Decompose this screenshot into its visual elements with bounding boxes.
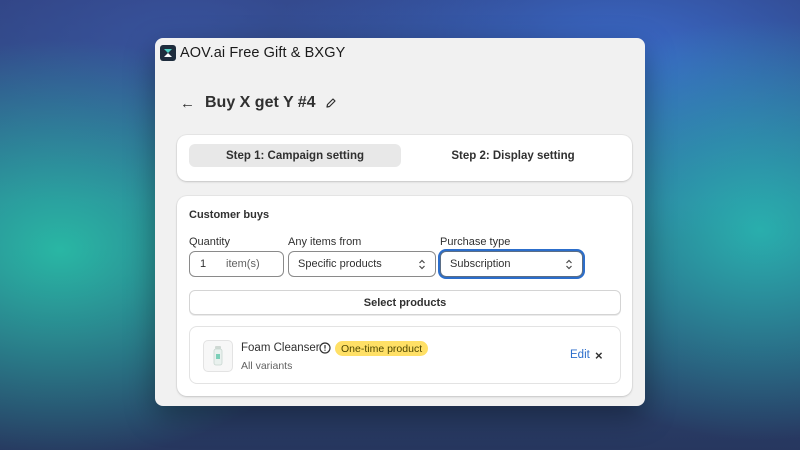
select-chevron-icon [565,259,573,270]
product-variants: All variants [241,360,293,372]
info-icon [319,342,331,354]
pencil-icon[interactable] [325,97,337,109]
select-products-button[interactable]: Select products [189,290,621,315]
page-title: Buy X get Y #4 [205,94,316,111]
items-from-select[interactable]: Specific products [288,251,436,277]
edit-product-link[interactable]: Edit [570,349,590,361]
page-header: ← Buy X get Y #4 [180,94,337,112]
status-badge: One-time product [335,341,429,356]
app-window: AOV.ai Free Gift & BXGY ← Buy X get Y #4… [155,38,645,406]
section-title: Customer buys [189,209,270,221]
app-logo-icon [160,45,176,61]
quantity-value: 1 [200,258,207,270]
product-item: Foam Cleanser One-time product All varia… [189,326,621,384]
back-arrow-icon[interactable]: ← [180,95,195,112]
customer-buys-card: Customer buys Quantity Any items from Pu… [177,196,632,396]
tab-display-setting[interactable]: Step 2: Display setting [413,144,613,167]
product-name: Foam Cleanser [241,342,320,354]
quantity-field[interactable]: 1 item(s) [189,251,284,277]
purchase-type-label: Purchase type [440,236,511,248]
app-title: AOV.ai Free Gift & BXGY [180,45,346,61]
items-from-label: Any items from [288,236,362,248]
tab-campaign-setting[interactable]: Step 1: Campaign setting [189,144,401,167]
items-from-value: Specific products [298,258,382,270]
purchase-type-select[interactable]: Subscription [440,251,583,277]
product-thumbnail [203,340,233,372]
purchase-type-value: Subscription [450,258,511,270]
quantity-label: Quantity [189,236,230,248]
select-chevron-icon [418,259,426,270]
close-icon[interactable]: × [595,348,603,363]
quantity-suffix: item(s) [226,258,260,270]
title-bar: AOV.ai Free Gift & BXGY [155,38,645,68]
steps-card: Step 1: Campaign setting Step 2: Display… [177,135,632,181]
